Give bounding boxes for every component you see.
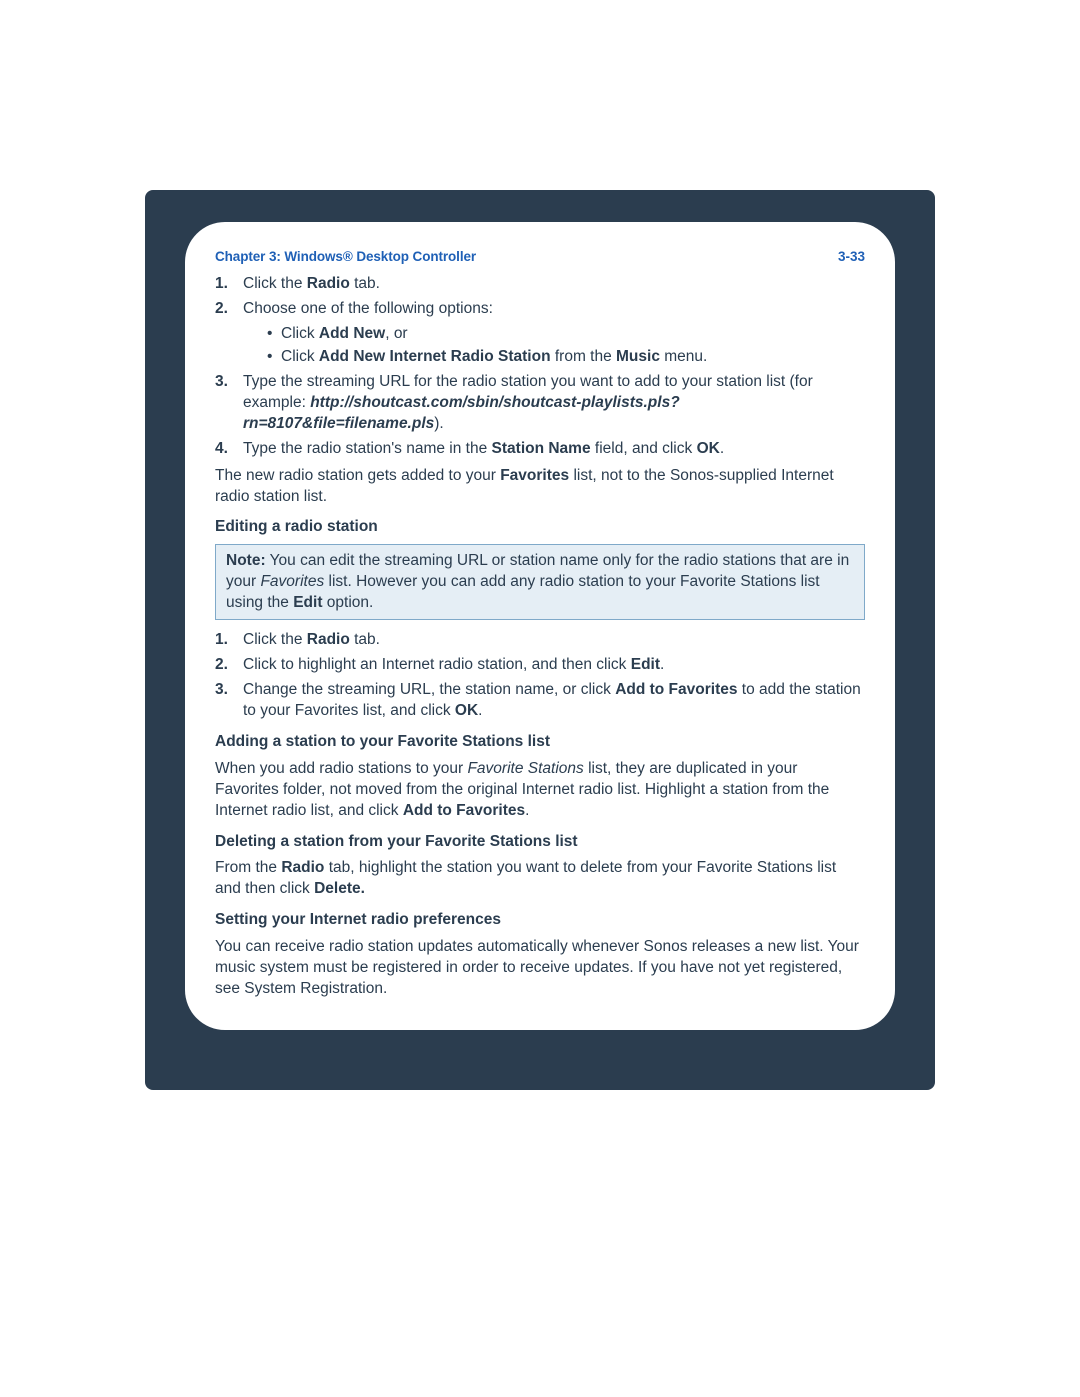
text: The new radio station gets added to your: [215, 467, 500, 484]
steps-list-b: Click the Radio tab. Click to highlight …: [215, 630, 865, 722]
bold: OK: [455, 702, 478, 719]
paragraph-after-a: The new radio station gets added to your…: [215, 466, 865, 508]
paragraph-deleting: From the Radio tab, highlight the statio…: [215, 858, 865, 900]
bold: Edit: [293, 594, 322, 611]
bold: Add to Favorites: [403, 802, 525, 819]
bold: Radio: [307, 631, 350, 648]
text: Click the: [243, 275, 307, 292]
section-deleting: Deleting a station from your Favorite St…: [215, 832, 865, 853]
bold: Add to Favorites: [615, 681, 737, 698]
step-b3: Change the streaming URL, the station na…: [215, 680, 865, 722]
outer-frame: Chapter 3: Windows® Desktop Controller 3…: [145, 190, 935, 1090]
substep-a2-1: Click Add New, or: [267, 324, 865, 345]
step-a1: Click the Radio tab.: [215, 274, 865, 295]
note-box: Note: You can edit the streaming URL or …: [215, 544, 865, 620]
section-editing: Editing a radio station: [215, 517, 865, 538]
text: You can receive radio station updates au…: [215, 938, 859, 997]
substep-a2-2: Click Add New Internet Radio Station fro…: [267, 347, 865, 368]
step-a4: Type the radio station's name in the Sta…: [215, 439, 865, 460]
text: Click to highlight an Internet radio sta…: [243, 656, 631, 673]
text: field, and click: [591, 440, 697, 457]
bold: Delete.: [314, 880, 365, 897]
text: .: [660, 656, 664, 673]
substeps-a2: Click Add New, or Click Add New Internet…: [243, 324, 865, 368]
step-b1: Click the Radio tab.: [215, 630, 865, 651]
bold: Add New Internet Radio Station: [319, 348, 551, 365]
text: .: [720, 440, 724, 457]
text: Type the radio station's name in the: [243, 440, 492, 457]
steps-list-a: Click the Radio tab. Choose one of the f…: [215, 274, 865, 459]
text: option.: [323, 594, 374, 611]
text: When you add radio stations to your: [215, 760, 467, 777]
text: Change the streaming URL, the station na…: [243, 681, 615, 698]
bold: Radio: [281, 859, 324, 876]
bold: Radio: [307, 275, 350, 292]
paragraph-adding: When you add radio stations to your Favo…: [215, 759, 865, 822]
bold: Music: [616, 348, 660, 365]
text: tab.: [350, 275, 380, 292]
step-b2: Click to highlight an Internet radio sta…: [215, 655, 865, 676]
italic: Favorite Stations: [467, 760, 583, 777]
text: Click: [281, 348, 319, 365]
text: ).: [434, 415, 443, 432]
bold: Favorites: [500, 467, 569, 484]
bold: Add New: [319, 325, 385, 342]
text: , or: [385, 325, 407, 342]
text: Click: [281, 325, 319, 342]
section-setting: Setting your Internet radio preferences: [215, 910, 865, 931]
text: menu.: [660, 348, 707, 365]
page-header: Chapter 3: Windows® Desktop Controller 3…: [215, 248, 865, 266]
bold: Station Name: [492, 440, 591, 457]
text: From the: [215, 859, 281, 876]
bold: OK: [697, 440, 720, 457]
note-label: Note:: [226, 552, 266, 569]
document-canvas: Chapter 3: Windows® Desktop Controller 3…: [0, 0, 1080, 1397]
text: .: [525, 802, 529, 819]
text: Choose one of the following options:: [243, 300, 493, 317]
text: tab.: [350, 631, 380, 648]
section-adding: Adding a station to your Favorite Statio…: [215, 732, 865, 753]
paragraph-setting: You can receive radio station updates au…: [215, 937, 865, 1000]
page-number: 3-33: [838, 248, 865, 266]
step-a2: Choose one of the following options: Cli…: [215, 299, 865, 368]
text: from the: [551, 348, 616, 365]
page-content: Chapter 3: Windows® Desktop Controller 3…: [185, 222, 895, 1030]
step-a3: Type the streaming URL for the radio sta…: [215, 372, 865, 435]
bold: Edit: [631, 656, 660, 673]
chapter-title: Chapter 3: Windows® Desktop Controller: [215, 248, 476, 266]
text: .: [478, 702, 482, 719]
italic: Favorites: [260, 573, 324, 590]
text: Click the: [243, 631, 307, 648]
